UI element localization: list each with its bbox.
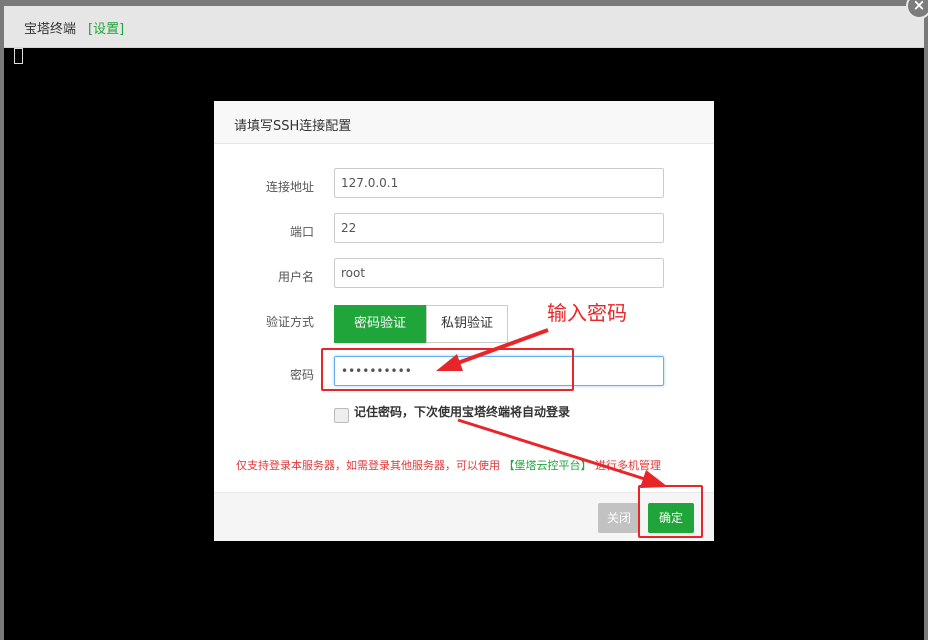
arrow-to-confirm-line xyxy=(457,418,649,482)
arrow-to-password-head-icon xyxy=(436,354,463,371)
arrow-to-password-line xyxy=(454,328,549,366)
arrow-to-confirm-head-icon xyxy=(640,470,668,488)
annotation-arrows xyxy=(436,328,668,488)
